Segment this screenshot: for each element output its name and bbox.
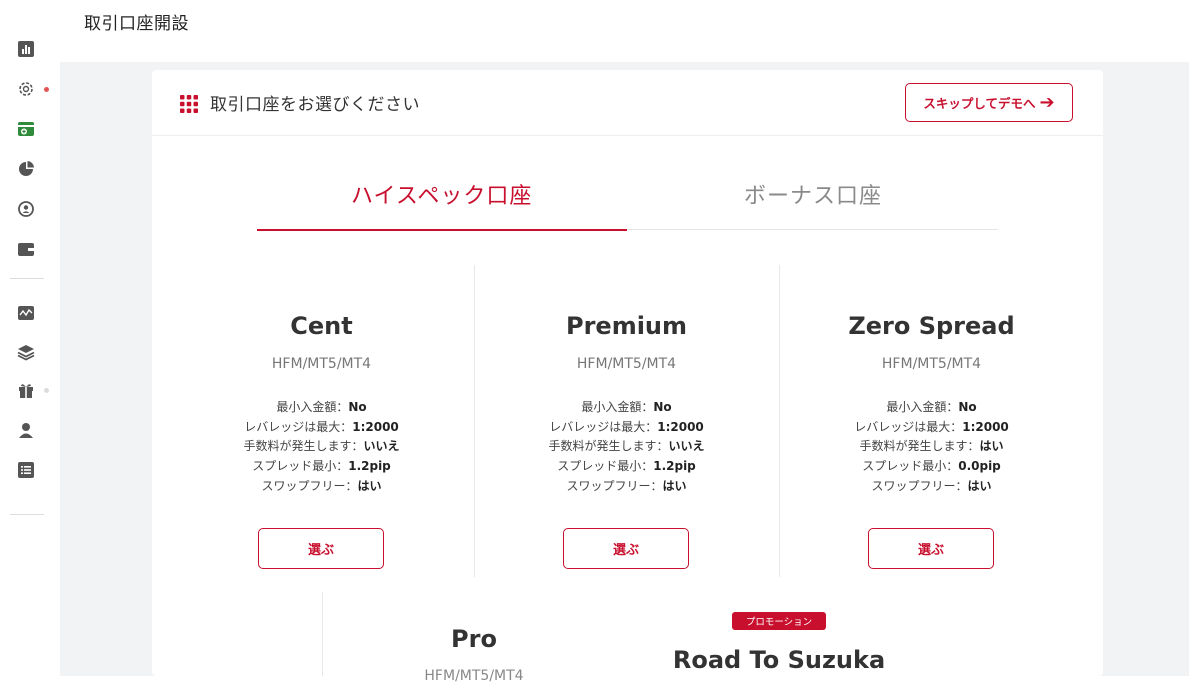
spec-min-deposit: 最小入金額：No <box>886 400 977 414</box>
plan-platform-pro: HFM/MT5/MT4 <box>424 668 524 684</box>
plan-name-pro: Pro <box>451 625 497 653</box>
plan-name: Premium <box>565 312 688 340</box>
spec-min-deposit: 最小入金額：No <box>581 400 672 414</box>
account-selection-card: 取引口座をお選びください スキップしてデモへ ➔ ハイスペック口座 ボーナス口座… <box>152 70 1103 684</box>
person-icon[interactable] <box>17 421 35 439</box>
spec-spread: スプレッド最小：1.2pip <box>252 459 391 473</box>
sidebar <box>0 30 58 676</box>
notification-dot <box>44 87 49 92</box>
active-tab-indicator <box>257 229 627 231</box>
select-zero-spread-button[interactable]: 選ぶ <box>868 528 994 569</box>
line-chart-icon[interactable] <box>17 304 35 322</box>
layers-icon[interactable] <box>17 343 35 361</box>
tab-high-spec[interactable]: ハイスペック口座 <box>351 178 532 210</box>
skip-to-demo-button[interactable]: スキップしてデモへ ➔ <box>905 83 1073 122</box>
spec-min-deposit: 最小入金額：No <box>276 400 367 414</box>
spec-swap-free: スワップフリー：はい <box>871 479 992 493</box>
plan-platform: HFM/MT5/MT4 <box>576 356 677 372</box>
grid-icon <box>180 95 198 113</box>
card-header: 取引口座をお選びください スキップしてデモへ ➔ <box>152 70 1103 136</box>
spec-commission: 手数料が発生します：いいえ <box>243 439 400 453</box>
bar-chart-icon[interactable] <box>17 40 35 58</box>
list-icon[interactable] <box>17 461 35 479</box>
tab-bonus[interactable]: ボーナス口座 <box>744 178 882 210</box>
wallet-icon[interactable] <box>17 240 35 258</box>
arrow-right-icon: ➔ <box>1039 91 1055 113</box>
select-cent-button[interactable]: 選ぶ <box>258 528 384 569</box>
spec-spread: スプレッド最小：1.2pip <box>557 459 696 473</box>
spec-leverage: レバレッジは最大：1:2000 <box>854 420 1009 434</box>
spec-spread: スプレッド最小：0.0pip <box>862 459 1001 473</box>
gift-icon[interactable] <box>17 381 35 399</box>
user-circle-icon[interactable] <box>17 200 35 218</box>
page-title: 取引口座開設 <box>84 14 189 34</box>
spec-swap-free: スワップフリー：はい <box>261 479 382 493</box>
plan-platform: HFM/MT5/MT4 <box>881 356 982 372</box>
select-premium-button[interactable]: 選ぶ <box>563 528 689 569</box>
spec-leverage: レバレッジは最大：1:2000 <box>244 420 399 434</box>
promotion-badge: プロモーション <box>732 612 826 630</box>
pie-chart-icon[interactable] <box>17 160 35 178</box>
sidebar-divider <box>10 278 44 279</box>
gear-icon[interactable] <box>17 80 35 98</box>
spec-swap-free: スワップフリー：はい <box>566 479 687 493</box>
spec-commission: 手数料が発生します：いいえ <box>548 439 705 453</box>
status-dot <box>44 388 49 393</box>
plan-name-road-to-suzuka: Road To Suzuka <box>672 646 886 674</box>
skip-button-label: スキップしてデモへ <box>923 96 1036 111</box>
card-title: 取引口座をお選びください <box>210 95 420 115</box>
plan-platform: HFM/MT5/MT4 <box>271 356 372 372</box>
plan-name: Cent <box>290 312 353 340</box>
sidebar-divider <box>10 514 44 515</box>
spec-leverage: レバレッジは最大：1:2000 <box>549 420 704 434</box>
spec-commission: 手数料が発生します：はい <box>859 439 1004 453</box>
plan-name: Zero Spread <box>848 312 1015 340</box>
add-account-icon[interactable] <box>17 120 35 138</box>
column-divider <box>322 592 323 676</box>
